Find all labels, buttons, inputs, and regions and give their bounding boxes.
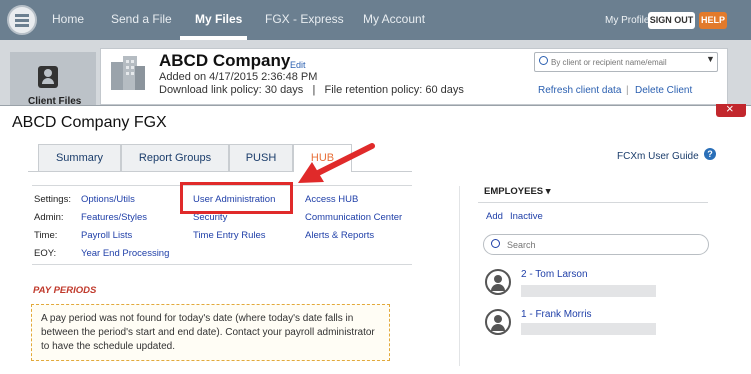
time-label: Time: — [34, 230, 58, 241]
avatar — [485, 309, 511, 335]
link-separator: | — [626, 85, 629, 96]
chevron-down-icon[interactable]: ▼ — [706, 54, 715, 64]
pay-periods-title: PAY PERIODS — [33, 285, 97, 296]
help-icon[interactable]: ? — [704, 148, 716, 160]
help-button[interactable]: HELP — [699, 12, 727, 29]
company-name: ABCD Company — [159, 51, 291, 70]
communication-center-link[interactable]: Communication Center — [305, 212, 402, 223]
search-icon — [491, 239, 500, 248]
employee-search-input[interactable] — [507, 238, 697, 252]
admin-label: Admin: — [34, 212, 64, 223]
inactive-employees-link[interactable]: Inactive — [510, 211, 543, 222]
policy-text: Download link policy: 30 days | File ret… — [159, 84, 464, 96]
employees-rule — [478, 202, 708, 203]
menu-logo-icon[interactable] — [7, 5, 37, 35]
nav-my-account[interactable]: My Account — [363, 12, 425, 26]
delete-client-link[interactable]: Delete Client — [635, 85, 692, 96]
red-arrow-icon — [298, 143, 375, 183]
building-icon — [111, 56, 145, 90]
my-profile-link[interactable]: My Profile — [605, 15, 649, 26]
employee-name-link[interactable]: 1 - Frank Morris — [521, 309, 592, 320]
modal-title: ABCD Company FGX — [12, 114, 167, 131]
contact-book-icon — [38, 66, 58, 88]
added-on-text: Added on 4/17/2015 2:36:48 PM — [159, 71, 318, 83]
nav-home[interactable]: Home — [52, 12, 84, 26]
time-entry-rules-link[interactable]: Time Entry Rules — [193, 230, 266, 241]
highlight-box — [180, 182, 293, 214]
employees-dropdown[interactable]: EMPLOYEES ▾ — [484, 186, 551, 197]
settings-label: Settings: — [34, 194, 71, 205]
close-icon[interactable] — [716, 101, 746, 117]
alerts-reports-link[interactable]: Alerts & Reports — [305, 230, 374, 241]
edit-company-link[interactable]: Edit — [290, 60, 306, 70]
tab-push[interactable]: PUSH — [229, 144, 293, 171]
user-guide-link[interactable]: FCXm User Guide — [617, 151, 699, 162]
avatar — [485, 269, 511, 295]
refresh-client-data-link[interactable]: Refresh client data — [538, 85, 621, 96]
employee-name-link[interactable]: 2 - Tom Larson — [521, 269, 588, 280]
redacted-detail — [521, 285, 656, 297]
features-styles-link[interactable]: Features/Styles — [81, 212, 147, 223]
access-hub-link[interactable]: Access HUB — [305, 194, 358, 205]
sign-out-button[interactable]: SIGN OUT — [648, 12, 695, 29]
tab-underline — [28, 171, 293, 172]
payroll-lists-link[interactable]: Payroll Lists — [81, 230, 132, 241]
year-end-processing-link[interactable]: Year End Processing — [81, 248, 169, 259]
tab-report-groups[interactable]: Report Groups — [121, 144, 229, 171]
column-divider — [459, 186, 460, 366]
settings-bottom-rule — [32, 264, 412, 265]
eoy-label: EOY: — [34, 248, 57, 259]
nav-my-files[interactable]: My Files — [195, 12, 242, 26]
add-employee-link[interactable]: Add — [486, 211, 503, 222]
pay-periods-message: A pay period was not found for today's d… — [41, 313, 375, 352]
redacted-detail — [521, 323, 656, 335]
search-icon — [539, 56, 548, 65]
tab-summary[interactable]: Summary — [38, 144, 121, 171]
nav-fgx-express[interactable]: FGX - Express — [265, 12, 344, 26]
options-utils-link[interactable]: Options/Utils — [81, 194, 135, 205]
nav-send-a-file[interactable]: Send a File — [111, 12, 172, 26]
client-search-input[interactable] — [551, 55, 701, 69]
